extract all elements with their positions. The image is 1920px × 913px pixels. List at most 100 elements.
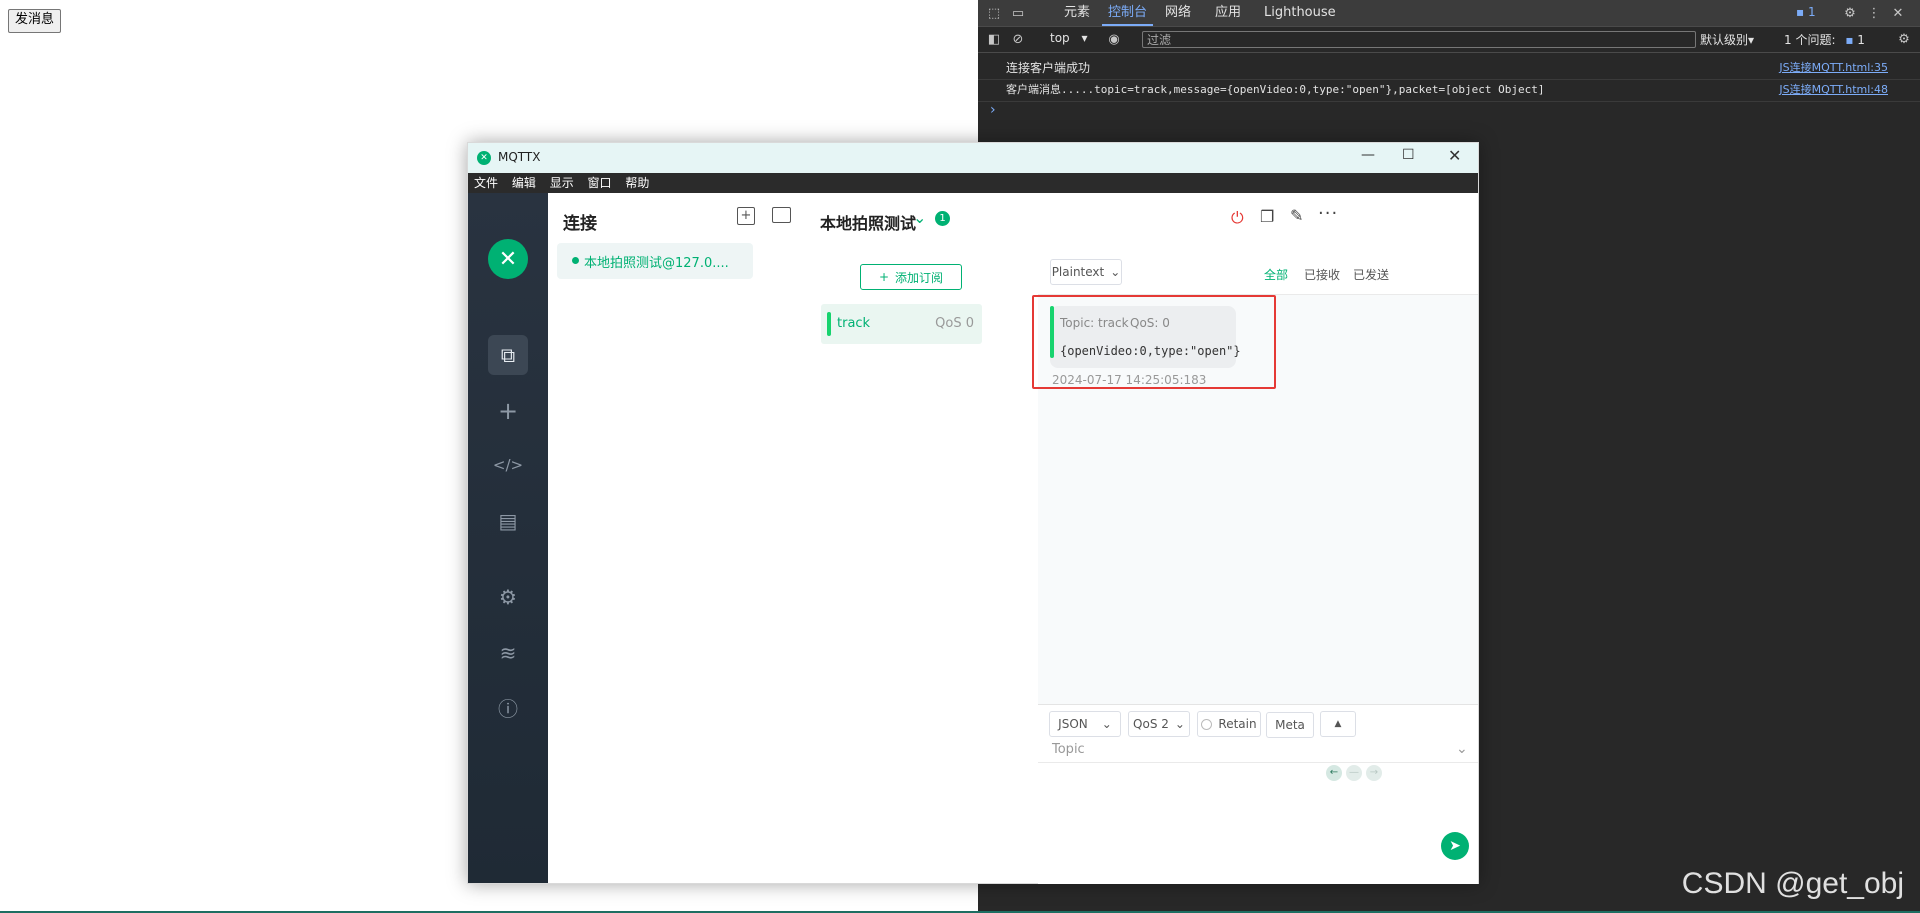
- menu-window[interactable]: 窗口: [588, 173, 612, 193]
- log-level-dropdown[interactable]: 默认级别▾: [1700, 31, 1754, 48]
- close-icon[interactable]: ✕: [1890, 5, 1906, 21]
- topic-history-chevron-icon[interactable]: ⌄: [1456, 741, 1468, 757]
- chevron-down-icon: ▾: [1081, 31, 1088, 45]
- message-list: Topic: track QoS: 0 {openVideo:0,type:"o…: [1032, 254, 1478, 704]
- radio-circle-icon: [1201, 718, 1213, 730]
- unread-badge: 1: [935, 211, 950, 226]
- add-subscription-button[interactable]: + 添加订阅: [860, 264, 962, 290]
- console-prompt[interactable]: ›: [990, 102, 996, 118]
- issues-badge-count: 1: [1807, 5, 1816, 19]
- retain-label: Retain: [1218, 717, 1257, 731]
- filter-all[interactable]: 全部: [1264, 266, 1288, 283]
- subscription-qos: QoS 0: [935, 316, 974, 331]
- menu-help[interactable]: 帮助: [625, 173, 649, 193]
- new-connection-icon[interactable]: +: [737, 207, 755, 225]
- connections-title: 连接: [563, 214, 597, 234]
- mqttx-logo-icon: ✕: [477, 151, 491, 165]
- highlight-box: [1032, 295, 1276, 389]
- connections-icon[interactable]: ⧉: [488, 335, 528, 375]
- eye-icon[interactable]: ◉: [1106, 31, 1122, 47]
- device-toolbar-icon[interactable]: ▭: [1010, 5, 1026, 21]
- online-status-dot: [572, 257, 579, 264]
- send-icon[interactable]: ➤: [1441, 832, 1469, 860]
- mqttx-logo-icon: ✕: [488, 239, 528, 279]
- publish-qos-select[interactable]: QoS 2 ⌄: [1128, 711, 1190, 737]
- maximize-icon[interactable]: ☐: [1402, 147, 1415, 163]
- new-window-icon[interactable]: ❐: [1260, 207, 1274, 226]
- menu-edit[interactable]: 编辑: [512, 173, 536, 193]
- console-log-row: 连接客户端成功 JS连接MQTT.html:35: [978, 57, 1920, 80]
- issues-counter[interactable]: 1 个问题: ▪ 1: [1784, 31, 1865, 48]
- minimize-icon[interactable]: —: [1361, 147, 1375, 163]
- tab-console[interactable]: 控制台: [1102, 0, 1154, 26]
- publish-format-select[interactable]: JSON ⌄: [1049, 711, 1121, 737]
- more-vertical-icon[interactable]: ⋮: [1866, 5, 1882, 21]
- publish-qos-value: QoS 2: [1133, 717, 1169, 731]
- retain-checkbox[interactable]: Retain: [1197, 711, 1261, 737]
- send-message-button[interactable]: 发消息: [8, 9, 62, 33]
- console-filter-input[interactable]: 过滤: [1142, 31, 1696, 48]
- subscriptions-panel: + 添加订阅 track QoS 0: [808, 254, 1039, 883]
- filter-sent[interactable]: 已发送: [1353, 266, 1389, 283]
- log-source-link[interactable]: JS连接MQTT.html:48: [1779, 79, 1888, 101]
- meta-button[interactable]: Meta: [1266, 712, 1314, 738]
- disconnect-power-icon[interactable]: ⏻: [1231, 208, 1244, 228]
- about-info-icon[interactable]: ⓘ: [488, 687, 528, 727]
- feed-icon[interactable]: ≋: [488, 633, 528, 673]
- tab-lighthouse[interactable]: Lighthouse: [1258, 0, 1342, 26]
- script-code-icon[interactable]: </>: [488, 445, 528, 485]
- clear-console-icon[interactable]: ⊘: [1010, 31, 1026, 47]
- chevron-down-icon: ⌄: [1174, 717, 1185, 731]
- filter-received[interactable]: 已接收: [1304, 266, 1340, 283]
- connection-item-label: 本地拍照测试@127.0....: [584, 256, 729, 271]
- context-value: top: [1050, 31, 1070, 45]
- left-navigation: ✕ ⧉ + </> ▤ ⚙ ≋ ⓘ: [468, 193, 548, 883]
- sidebar-toggle-icon[interactable]: ◧: [986, 31, 1002, 47]
- toggle-panel-icon[interactable]: [772, 207, 791, 223]
- close-window-icon[interactable]: ✕: [1448, 146, 1461, 165]
- devtools-tabbar: ⬚ ▭ 元素 控制台 网络 应用 Lighthouse ▪ 1 ⚙ ⋮ ✕: [978, 0, 1920, 27]
- tab-elements[interactable]: 元素: [1058, 0, 1096, 26]
- divider: [1038, 762, 1478, 763]
- add-icon[interactable]: +: [488, 391, 528, 431]
- history-forward-icon[interactable]: →: [1366, 765, 1382, 781]
- connection-title: 本地拍照测试: [820, 214, 917, 233]
- log-message: 连接客户端成功: [1006, 61, 1091, 75]
- context-selector[interactable]: top ▾: [1050, 31, 1088, 45]
- payload-format-select[interactable]: Plaintext ⌄: [1050, 259, 1122, 285]
- topic-input[interactable]: Topic: [1052, 742, 1085, 757]
- menu-file[interactable]: 文件: [474, 173, 498, 193]
- title-bar: ✕ MQTTX — ☐ ✕: [468, 143, 1478, 173]
- collapse-up-icon[interactable]: ▲: [1320, 711, 1356, 737]
- window-title: MQTTX: [498, 150, 541, 164]
- message-icon: ▪: [1796, 5, 1805, 19]
- log-source-link[interactable]: JS连接MQTT.html:35: [1779, 57, 1888, 79]
- mqttx-window: ✕ MQTTX — ☐ ✕ 文件 编辑 显示 窗口 帮助 ✕ ⧉ + </> ▤…: [467, 142, 1479, 884]
- expand-chevron-icon[interactable]: ⌄: [913, 208, 926, 227]
- settings-icon[interactable]: ⚙: [1842, 5, 1858, 21]
- message-filter-bar: Plaintext ⌄ 全部 已接收 已发送: [1038, 254, 1478, 295]
- history-clear-icon[interactable]: —: [1346, 765, 1362, 781]
- more-horizontal-icon[interactable]: ···: [1318, 203, 1338, 224]
- issues-count: 1: [1857, 33, 1865, 47]
- settings-icon[interactable]: ⚙: [488, 577, 528, 617]
- log-level-value: 默认级别: [1700, 33, 1749, 47]
- message-icon: ▪: [1845, 33, 1854, 47]
- edit-pencil-icon[interactable]: ✎: [1290, 206, 1303, 225]
- menu-view[interactable]: 显示: [550, 173, 574, 193]
- history-back-icon[interactable]: ←: [1326, 765, 1342, 781]
- issues-indicator[interactable]: ▪ 1: [1796, 5, 1816, 19]
- settings-icon[interactable]: ⚙: [1896, 31, 1912, 47]
- console-toolbar: ◧ ⊘ top ▾ ◉ 过滤 默认级别▾ 1 个问题: ▪ 1 ⚙: [978, 27, 1920, 53]
- log-icon[interactable]: ▤: [488, 501, 528, 541]
- connection-header: 本地拍照测试 ⌄ 1 ⏻ ❐ ✎ ···: [808, 193, 1478, 255]
- chevron-down-icon: ⌄: [1101, 717, 1112, 731]
- tab-application[interactable]: 应用: [1209, 0, 1247, 26]
- connection-item[interactable]: 本地拍照测试@127.0....: [557, 243, 753, 279]
- inspect-icon[interactable]: ⬚: [986, 5, 1002, 21]
- tab-network[interactable]: 网络: [1159, 0, 1197, 26]
- plus-icon: +: [878, 270, 890, 284]
- connections-panel: 连接 + 本地拍照测试@127.0....: [548, 193, 809, 883]
- subscription-item[interactable]: track QoS 0: [821, 304, 982, 344]
- add-subscription-label: 添加订阅: [895, 270, 944, 285]
